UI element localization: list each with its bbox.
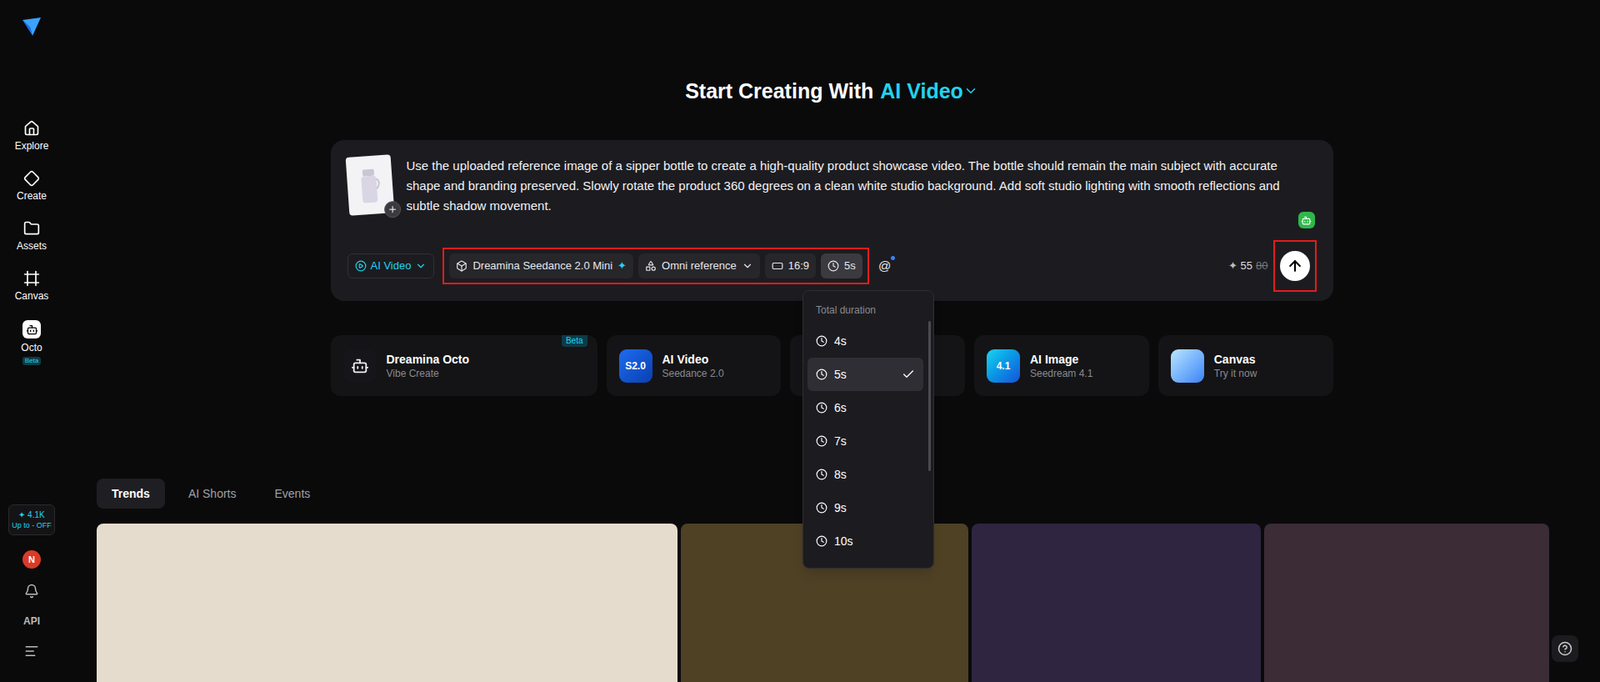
sidebar-item[interactable]: Explore [15,120,50,152]
nav-icon [23,270,40,287]
model-icon [455,260,468,272]
logo-icon[interactable] [20,15,44,39]
ratio-icon [771,260,784,272]
duration-option[interactable]: 8s [807,457,924,491]
feature-icon: 4.1 [986,349,1020,383]
prompt-text[interactable]: Use the uploaded reference image of a si… [406,155,1317,236]
send-frame [1273,240,1317,292]
gallery-tile[interactable] [96,523,678,682]
clock-icon [815,501,828,514]
feature-card[interactable]: 4.1AI ImageSeedream 4.1 [974,335,1150,396]
api-link[interactable]: API [23,613,40,629]
beta-badge: Beta [561,335,588,347]
app: Explore Create Assets Canvas OctoBeta ✦ 4.1KU… [0,0,1600,682]
credits-box[interactable]: ✦ 4.1KUp to - OFF [8,504,55,535]
gallery-tile[interactable] [971,523,1261,682]
nav-icon [23,120,40,137]
mode-select[interactable]: AI Video [347,253,435,279]
clock-icon [815,368,828,380]
model-select[interactable]: Dreamina Seedance 2.0 Mini✦ [449,253,634,279]
clock-icon [815,335,828,347]
duration-option[interactable]: 9s [807,490,924,525]
chevron-down-icon [741,260,754,272]
sidebar: Explore Create Assets Canvas OctoBeta ✦ 4.1KU… [0,0,64,682]
prompt-box: Use the uploaded reference image of a si… [330,140,1334,301]
mode-switch[interactable]: AI Video [880,76,979,105]
avatar[interactable]: N [22,550,41,569]
prompt-toolbar: AI Video Dreamina Seedance 2.0 Mini✦Omni … [347,247,1317,285]
beta-badge: Beta [22,356,41,365]
help-icon [1557,640,1573,656]
settings-group: Dreamina Seedance 2.0 Mini✦Omni referenc… [442,247,869,285]
video-icon [355,260,367,272]
feature-card[interactable]: Dreamina OctoVibe CreateBeta [330,335,598,396]
feed-tab[interactable]: AI Shorts [173,478,252,509]
nav-icon [23,220,40,237]
feed-tab[interactable]: Events [260,478,326,509]
duration-option[interactable]: 10s [807,524,924,558]
feature-card[interactable]: CanvasTry it now [1158,335,1334,396]
send-button[interactable] [1280,250,1310,281]
menu-scrollbar[interactable] [928,320,931,471]
sidebar-nav: Explore Create Assets Canvas OctoBeta [15,120,50,365]
arrow-up-icon [1286,257,1304,275]
reference-select[interactable]: Omni reference [638,253,760,279]
page-title: Start Creating WithAI Video [685,76,979,105]
sidebar-item[interactable]: OctoBeta [20,320,42,365]
duration-option[interactable]: 7s [807,424,924,458]
duration-select[interactable]: 5s [820,253,863,279]
sidebar-item[interactable]: Create [16,170,47,202]
duration-option[interactable]: 6s [807,390,924,425]
reference-icon [645,260,657,272]
clock-icon [815,435,828,447]
main: Start Creating WithAI Video Use the uploa… [63,0,1600,682]
add-image-button[interactable] [384,200,401,218]
help-button[interactable] [1551,635,1579,662]
feed-tab[interactable]: Trends [96,478,165,509]
mention-button[interactable]: @ [874,253,896,279]
bell-icon[interactable] [24,583,40,599]
duration-menu: Total duration 4s5s6s7s8s9s10s [802,290,935,569]
clock-icon [827,260,840,272]
plus-icon [387,204,398,215]
menu-icon[interactable] [24,643,40,659]
clock-icon [815,535,828,547]
chevron-down-icon [415,260,427,272]
ratio-select[interactable]: 16:9 [765,253,816,279]
feature-card[interactable]: S2.0AI VideoSeedance 2.0 [606,335,782,396]
feature-icon [343,349,377,383]
menu-title: Total duration [807,299,924,321]
octo-icon [22,320,41,339]
clock-icon [815,401,828,414]
gallery-tile[interactable] [1264,523,1550,682]
duration-option[interactable]: 4s [807,324,924,358]
duration-option[interactable]: 5s [807,357,924,391]
sidebar-item[interactable]: Assets [16,220,47,252]
feature-icon [1170,349,1205,383]
reference-image[interactable] [345,154,395,216]
cost: ✦5580 [1228,257,1269,275]
sidebar-item[interactable]: Canvas [15,270,50,302]
chevron-down-icon [963,83,979,99]
clock-icon [815,468,828,480]
assistant-icon[interactable] [1298,211,1315,229]
feature-icon: S2.0 [619,349,653,383]
check-icon [901,367,915,381]
bottle-icon [355,165,384,205]
nav-icon [23,170,40,187]
